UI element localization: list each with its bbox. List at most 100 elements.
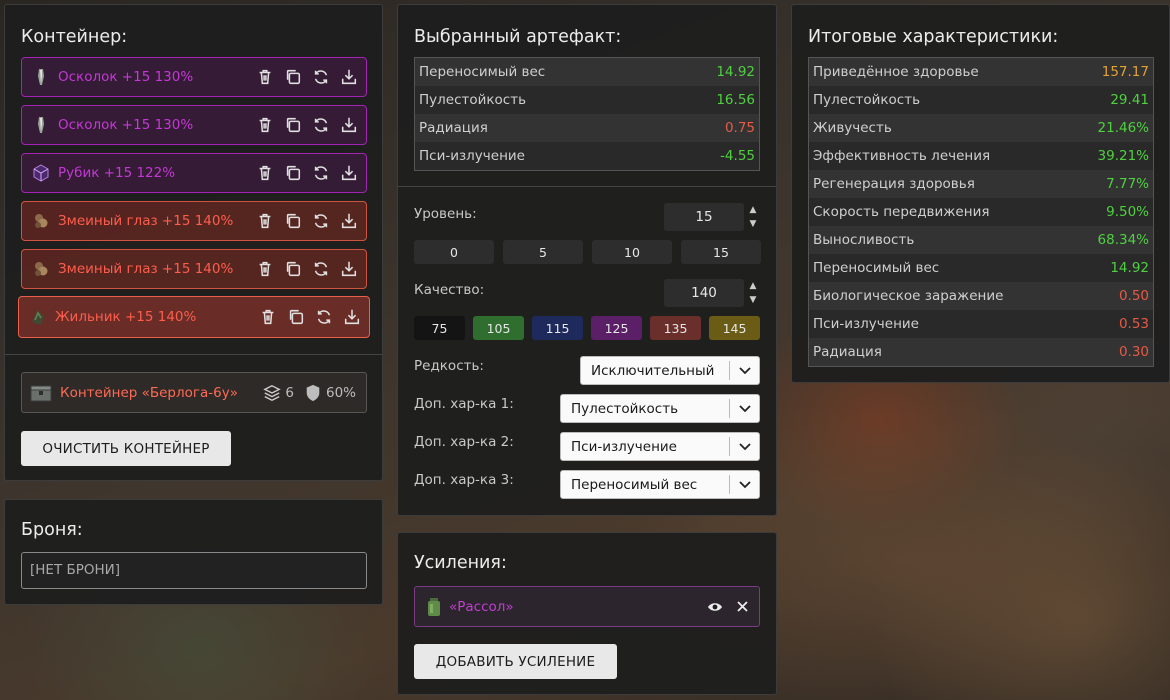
quality-up-icon[interactable]: ▲ — [748, 281, 758, 291]
clear-container-button[interactable]: ОЧИСТИТЬ КОНТЕЙНЕР — [21, 431, 231, 466]
extra3-select[interactable]: Переносимый вес — [560, 470, 760, 499]
total-stats-panel: Итоговые характеристики: Приведённое здо… — [791, 4, 1170, 383]
extra1-label: Доп. хар-ка 1: — [414, 396, 514, 412]
refresh-icon[interactable] — [312, 116, 330, 134]
extra1-select[interactable]: Пулестойкость — [560, 394, 760, 423]
stat-value: 9.50% — [1106, 204, 1149, 220]
selected-artifact-panel: Выбранный артефакт: Переносимый вес 14.92… — [397, 4, 777, 516]
refresh-icon[interactable] — [312, 164, 330, 182]
stat-label: Биологическое заражение — [813, 288, 1004, 304]
download-icon[interactable] — [340, 212, 358, 230]
artifact-item[interactable]: Рубик +15 122% — [21, 153, 367, 193]
chevron-down-icon — [729, 399, 759, 418]
artifact-item[interactable]: Змеиный глаз +15 140% — [21, 249, 367, 289]
trash-icon[interactable] — [256, 212, 274, 230]
jar-icon — [428, 597, 440, 616]
level-label: Уровень: — [414, 206, 477, 222]
copy-icon[interactable] — [284, 212, 302, 230]
shard-icon — [38, 117, 44, 133]
stat-value: 14.92 — [1110, 260, 1149, 276]
stat-value: 0.75 — [724, 120, 755, 136]
container-protection-value: 60% — [325, 384, 356, 401]
stat-label: Пулестойкость — [419, 92, 527, 108]
level-up-icon[interactable]: ▲ — [748, 205, 758, 215]
extra3-value: Переносимый вес — [571, 476, 698, 493]
copy-icon[interactable] — [287, 308, 305, 326]
quality-down-icon[interactable]: ▼ — [748, 295, 758, 305]
copy-icon[interactable] — [284, 68, 302, 86]
artifact-item[interactable]: Осколок +15 130% — [21, 57, 367, 97]
stat-label: Регенерация здоровья — [813, 176, 975, 192]
stat-label: Пулестойкость — [813, 92, 921, 108]
stat-label: Радиация — [419, 120, 488, 136]
stat-row: Пулестойкость 16.56 — [415, 86, 759, 114]
eye-icon[interactable] — [707, 601, 723, 613]
rubik-icon — [33, 164, 49, 182]
extra2-select[interactable]: Пси-излучение — [560, 432, 760, 461]
trash-icon[interactable] — [256, 164, 274, 182]
copy-icon[interactable] — [284, 116, 302, 134]
rarity-value: Исключительный — [591, 362, 715, 379]
artifact-name: Змеиный глаз +15 140% — [58, 261, 234, 277]
refresh-icon[interactable] — [312, 260, 330, 278]
armor-field[interactable]: [НЕТ БРОНИ] — [21, 552, 367, 589]
artifact-actions — [256, 212, 358, 230]
stat-row: Пси-излучение -4.55 — [415, 142, 759, 170]
close-icon[interactable] — [737, 601, 748, 612]
download-icon[interactable] — [340, 164, 358, 182]
selected-stats-table: Переносимый вес 14.92 Пулестойкость 16.56 Ра… — [414, 57, 760, 171]
artifact-name: Жильник +15 140% — [55, 309, 197, 325]
artifact-item[interactable]: Осколок +15 130% — [21, 105, 367, 145]
trash-icon[interactable] — [259, 308, 277, 326]
stat-label: Приведённое здоровье — [813, 64, 979, 80]
container-box-row[interactable]: Контейнер «Берлога-6у» 6 60% — [21, 372, 367, 413]
quality-input[interactable]: 140 — [664, 279, 744, 307]
quality-preset-button[interactable]: 135 — [650, 316, 701, 340]
level-preset-button[interactable]: 15 — [681, 240, 761, 264]
armor-title: Броня: — [21, 520, 83, 540]
level-preset-button[interactable]: 10 — [592, 240, 672, 264]
vein-icon — [32, 310, 44, 325]
level-preset-button[interactable]: 0 — [414, 240, 494, 264]
extra3-label: Доп. хар-ка 3: — [414, 472, 514, 488]
trash-icon[interactable] — [256, 116, 274, 134]
refresh-icon[interactable] — [312, 68, 330, 86]
stat-value: 157.17 — [1101, 64, 1149, 80]
copy-icon[interactable] — [284, 260, 302, 278]
stat-row: Приведённое здоровье 157.17 — [809, 58, 1153, 86]
artifact-name: Рубик +15 122% — [58, 165, 176, 181]
add-boost-button[interactable]: ДОБАВИТЬ УСИЛЕНИЕ — [414, 644, 617, 679]
boost-item[interactable]: «Рассол» — [414, 586, 760, 627]
quality-preset-button[interactable]: 105 — [473, 316, 524, 340]
download-icon[interactable] — [340, 68, 358, 86]
artifact-name: Змеиный глаз +15 140% — [58, 213, 234, 229]
shard-icon — [38, 69, 44, 85]
artifact-item[interactable]: Жильник +15 140% — [18, 296, 370, 338]
divider — [398, 186, 776, 187]
extra2-label: Доп. хар-ка 2: — [414, 434, 514, 450]
refresh-icon[interactable] — [312, 212, 330, 230]
stat-label: Радиация — [813, 344, 882, 360]
quality-label: Качество: — [414, 282, 485, 298]
refresh-icon[interactable] — [315, 308, 333, 326]
stat-label: Пси-излучение — [813, 316, 919, 332]
artifact-item[interactable]: Змеиный глаз +15 140% — [21, 201, 367, 241]
download-icon[interactable] — [340, 116, 358, 134]
quality-preset-button[interactable]: 145 — [709, 316, 760, 340]
quality-preset-button[interactable]: 125 — [591, 316, 642, 340]
download-icon[interactable] — [343, 308, 361, 326]
trash-icon[interactable] — [256, 68, 274, 86]
trash-icon[interactable] — [256, 260, 274, 278]
level-input[interactable]: 15 — [664, 203, 744, 231]
stat-value: 0.50 — [1118, 288, 1149, 304]
stat-row: Скорость передвижения 9.50% — [809, 198, 1153, 226]
quality-preset-button[interactable]: 75 — [414, 316, 465, 340]
level-preset-button[interactable]: 5 — [503, 240, 583, 264]
copy-icon[interactable] — [284, 164, 302, 182]
rarity-select[interactable]: Исключительный — [580, 356, 760, 385]
stat-value: 0.53 — [1118, 316, 1149, 332]
quality-preset-button[interactable]: 115 — [532, 316, 583, 340]
level-down-icon[interactable]: ▼ — [748, 219, 758, 229]
download-icon[interactable] — [340, 260, 358, 278]
stat-row: Пси-излучение 0.53 — [809, 310, 1153, 338]
